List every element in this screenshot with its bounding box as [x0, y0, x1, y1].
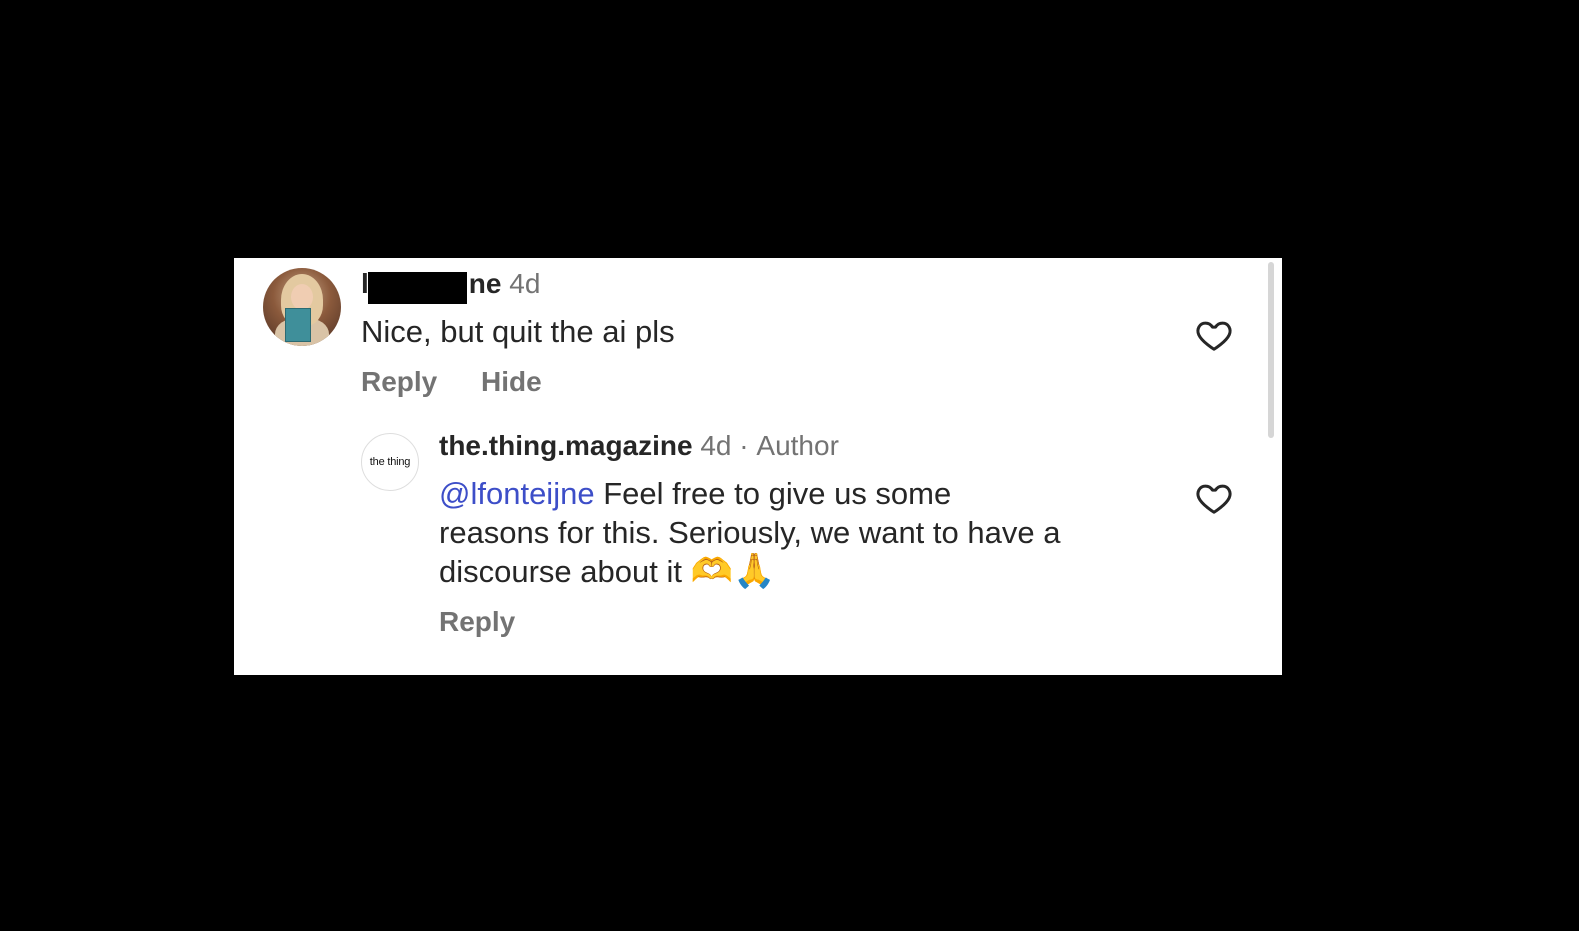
comment-timestamp: 4d	[509, 268, 541, 299]
author-badge: Author	[756, 430, 839, 461]
magazine-avatar[interactable]: the thing	[361, 433, 419, 491]
meta-separator: ·	[739, 430, 749, 461]
reply-text-line3: discourse about it	[439, 554, 682, 589]
heart-outline-icon[interactable]	[1194, 479, 1234, 517]
scrollbar[interactable]	[1268, 262, 1274, 438]
hide-button[interactable]: Hide	[481, 366, 542, 398]
reply-username-line: the.thing.magazine 4d · Author	[439, 430, 839, 462]
reply-timestamp: 4d	[700, 430, 732, 461]
redaction-box	[368, 272, 467, 304]
mention-link[interactable]: @lfonteijne	[439, 476, 595, 511]
heart-outline-icon[interactable]	[1194, 316, 1234, 354]
commenter-avatar[interactable]	[263, 268, 341, 346]
folded-hands-emoji: 🙏	[732, 552, 776, 590]
reply-username[interactable]: the.thing.magazine	[439, 430, 693, 461]
reply-text-line2: reasons for this. Seriously, we want to …	[439, 515, 1061, 550]
username-end: ne	[468, 268, 502, 299]
avatar-logo-text: the thing	[369, 456, 411, 468]
comment-text: Nice, but quit the ai pls	[361, 314, 675, 349]
reply-text-line1: Feel free to give us some	[603, 476, 952, 511]
reply-text: @lfonteijne Feel free to give us some re…	[439, 474, 1060, 591]
heart-hands-emoji: 🫶	[690, 552, 733, 590]
reply-reply-button[interactable]: Reply	[439, 606, 515, 638]
reply-button[interactable]: Reply	[361, 366, 437, 398]
